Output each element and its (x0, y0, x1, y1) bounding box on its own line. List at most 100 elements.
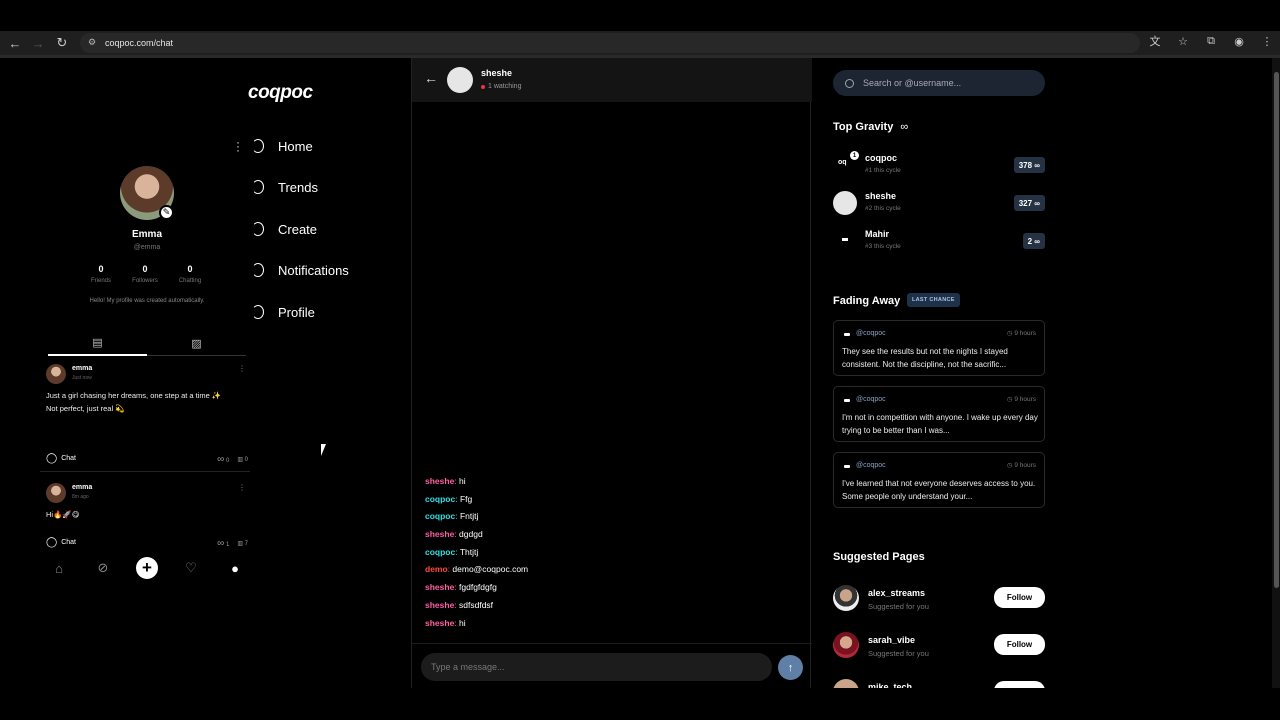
more-options-icon[interactable]: · · · (236, 136, 240, 156)
message-user[interactable]: sheshe (425, 529, 454, 539)
explore-icon[interactable]: ⊘ (88, 556, 118, 580)
account-icon[interactable]: ◉ (1232, 35, 1246, 48)
fading-card[interactable]: @coqpoc ◷ 9 hours I've learned that not … (833, 452, 1045, 508)
mahir-avatar[interactable] (833, 229, 857, 253)
post-time: 8m ago (72, 494, 89, 500)
address-bar[interactable]: ⚙ coqpoc.com/chat (80, 33, 1140, 53)
nav-label: Home (278, 138, 313, 154)
send-arrow-icon[interactable]: ↑ (778, 655, 803, 680)
fading-card[interactable]: @coqpoc ◷ 9 hours They see the results b… (833, 320, 1045, 376)
follow-button[interactable]: Follow (994, 587, 1045, 608)
message-user[interactable]: demo (425, 564, 448, 574)
post-chat-button[interactable]: ◯ Chat (46, 453, 76, 464)
chat-message: sheshe: hi (425, 476, 466, 486)
gravity-score: 2 ∞ (1022, 233, 1045, 249)
gravity-stat[interactable]: ∞ 0 (217, 454, 229, 465)
forward-icon[interactable]: → (27, 32, 49, 54)
message-user[interactable]: sheshe (425, 582, 454, 592)
suggested-item[interactable]: alex_streams Suggested for you Follow (833, 585, 1045, 615)
fading-user[interactable]: @coqpoc (856, 396, 886, 403)
suggested-item[interactable]: mike_tech (833, 679, 1045, 688)
scrollbar-thumb[interactable] (1274, 72, 1279, 588)
home-icon[interactable]: ⌂ (44, 556, 74, 580)
message-user[interactable]: sheshe (425, 600, 454, 610)
message-text: Ffg (459, 493, 473, 504)
back-icon[interactable]: ← (4, 32, 26, 54)
create-button[interactable]: + (132, 556, 162, 580)
app-logo[interactable]: coqpoc (248, 82, 313, 104)
gravity-stat[interactable]: ∞ 1 (217, 538, 229, 549)
gravity-name[interactable]: Mahir (865, 229, 889, 239)
fading-text: They see the results but not the nights … (842, 347, 1008, 369)
message-user[interactable]: coqpoc (425, 511, 455, 521)
message-user[interactable]: sheshe (425, 618, 454, 628)
follow-button[interactable] (994, 681, 1045, 688)
gravity-item[interactable]: Mahir #3 this cycle 2 ∞ (833, 227, 1045, 253)
coqpoc-mini-icon (844, 333, 850, 336)
suggested-name[interactable]: alex_streams (868, 588, 925, 598)
message-user[interactable]: coqpoc (425, 547, 455, 557)
extensions-icon[interactable]: ⧉ (1204, 35, 1218, 48)
post-avatar[interactable] (46, 483, 66, 503)
gravity-name[interactable]: sheshe (865, 191, 896, 201)
post-author[interactable]: emma (72, 365, 92, 372)
gravity-item[interactable]: oq 1 coqpoc #1 this cycle 378 ∞ (833, 151, 1045, 177)
chat-message: sheshe: sdfsdfdsf (425, 599, 494, 610)
nav-home[interactable]: Home (252, 134, 313, 158)
nav-trends[interactable]: Trends (252, 175, 318, 199)
post-chat-button[interactable]: ◯ Chat (46, 537, 76, 548)
chat-bubble-icon: ◯ (46, 453, 58, 464)
gravity-item[interactable]: sheshe #2 this cycle 327 ∞ (833, 189, 1045, 215)
fading-card[interactable]: @coqpoc ◷ 9 hours I'm not in competition… (833, 386, 1045, 442)
post-menu-icon[interactable]: ⋮ (238, 364, 246, 373)
post-author[interactable]: emma (72, 484, 92, 491)
fading-user[interactable]: @coqpoc (856, 330, 886, 337)
follow-button[interactable]: Follow (994, 634, 1045, 655)
suggested-avatar[interactable] (833, 632, 859, 658)
tab-posts[interactable]: ▤ (48, 330, 147, 356)
reload-icon[interactable]: ↻ (51, 32, 73, 54)
suggested-name[interactable]: mike_tech (868, 682, 912, 688)
tab-strip (0, 0, 1280, 31)
translate-icon[interactable]: 文 (1148, 33, 1162, 49)
star-icon[interactable]: ☆ (1176, 35, 1190, 48)
nav-profile[interactable]: Profile (252, 300, 315, 324)
heart-icon[interactable]: ♡ (176, 556, 206, 580)
fading-text: I've learned that not everyone deserves … (842, 479, 1036, 501)
post-avatar[interactable] (46, 364, 66, 384)
search-input[interactable]: Search or @username... (833, 70, 1045, 96)
suggested-item[interactable]: sarah_vibe Suggested for you Follow (833, 632, 1045, 662)
stat-followers[interactable]: 0 Followers (125, 264, 165, 284)
chat-avatar[interactable] (447, 67, 473, 93)
suggested-name[interactable]: sarah_vibe (868, 635, 915, 645)
chat-header: ← sheshe 1 watching (412, 58, 812, 102)
message-user[interactable]: sheshe (425, 476, 454, 486)
stat-friends[interactable]: 0 Friends (81, 264, 121, 284)
nav-create[interactable]: Create (252, 217, 317, 241)
message-user[interactable]: coqpoc (425, 494, 455, 504)
stat-value: 0 (98, 264, 104, 274)
plus-icon: + (136, 557, 158, 579)
stat-chatting[interactable]: 0 Chatting (170, 264, 210, 284)
profile-icon[interactable]: ● (220, 556, 250, 580)
fading-user[interactable]: @coqpoc (856, 462, 886, 469)
chat-username[interactable]: sheshe (481, 68, 512, 78)
page-scrollbar[interactable] (1272, 58, 1280, 688)
sheshe-avatar[interactable] (833, 191, 857, 215)
back-arrow-icon[interactable]: ← (424, 70, 438, 86)
message-input[interactable]: Type a message... (421, 653, 772, 681)
suggested-avatar[interactable] (833, 585, 859, 611)
message-text: hi (459, 617, 466, 628)
site-settings-icon[interactable]: ⚙ (88, 37, 96, 48)
gravity-name[interactable]: coqpoc (865, 153, 897, 163)
edit-avatar-icon[interactable]: ✎ (159, 205, 174, 220)
post-card[interactable]: emma 8m ago ⋮ Hi🔥🚀😋 ◯ Chat ∞ 1 ▥ 7 (46, 483, 250, 549)
post-card[interactable]: emma Just now ⋮ Just a girl chasing her … (46, 364, 250, 468)
suggested-avatar[interactable] (833, 679, 859, 688)
post-menu-icon[interactable]: ⋮ (238, 483, 246, 492)
nav-notifications[interactable]: Notifications (252, 258, 349, 282)
notifications-nav-icon (252, 263, 264, 277)
more-icon[interactable]: ⋮ (1260, 35, 1274, 48)
create-nav-icon (252, 222, 264, 236)
tab-media[interactable]: ▨ (147, 330, 246, 356)
